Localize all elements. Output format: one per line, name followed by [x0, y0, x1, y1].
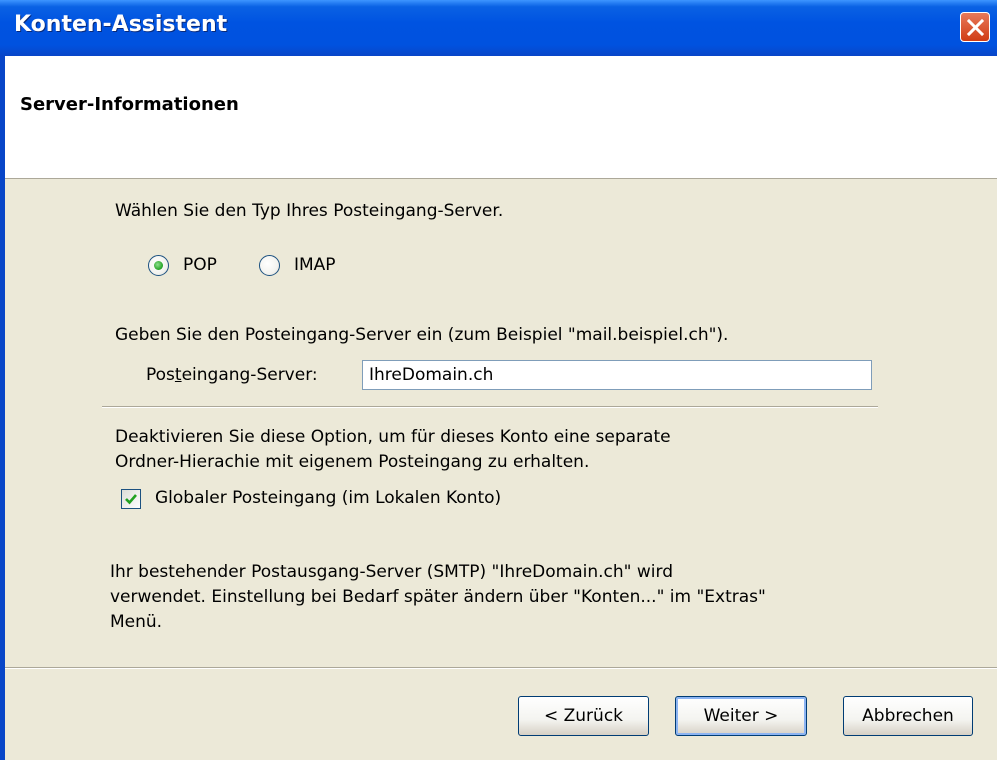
- smtp-info-line1: Ihr bestehender Postausgang-Server (SMTP…: [110, 562, 674, 582]
- global-inbox-description-line1: Deaktivieren Sie diese Option, um für di…: [115, 427, 671, 447]
- radio-pop-label[interactable]: POP: [183, 253, 217, 278]
- incoming-server-input[interactable]: [363, 361, 871, 389]
- window-title: Konten-Assistent: [14, 12, 228, 37]
- close-icon: [967, 19, 984, 36]
- radio-selected-dot: [154, 261, 163, 270]
- next-button[interactable]: Weiter >: [675, 696, 807, 736]
- accelerator-key: t: [174, 365, 182, 385]
- global-inbox-description-line2: Ordner-Hierachie mit eigenem Posteingang…: [115, 452, 590, 472]
- incoming-server-label: Posteingang-Server:: [146, 365, 318, 385]
- close-button[interactable]: [960, 12, 990, 42]
- incoming-server-prompt: Geben Sie den Posteingang-Server ein (zu…: [115, 325, 729, 345]
- radio-imap[interactable]: [259, 255, 280, 276]
- back-button[interactable]: < Zurück: [518, 696, 649, 736]
- page-header: Server-Informationen: [5, 56, 997, 179]
- button-separator: [5, 667, 997, 669]
- radio-pop[interactable]: [148, 255, 169, 276]
- title-bar[interactable]: Konten-Assistent: [0, 0, 997, 56]
- server-type-prompt: Wählen Sie den Typ Ihres Posteingang-Ser…: [115, 201, 504, 221]
- global-inbox-checkbox-label[interactable]: Globaler Posteingang (im Lokalen Konto): [155, 486, 501, 511]
- global-inbox-checkbox[interactable]: [121, 489, 141, 509]
- checkmark-icon: [125, 494, 137, 505]
- incoming-server-field[interactable]: [362, 360, 872, 390]
- smtp-info-line2: verwendet. Einstellung bei Bedarf später…: [110, 587, 766, 607]
- radio-imap-label[interactable]: IMAP: [294, 253, 336, 278]
- smtp-info-line3: Menü.: [110, 612, 163, 632]
- page-title: Server-Informationen: [20, 94, 239, 115]
- cancel-button[interactable]: Abbrechen: [843, 696, 973, 736]
- separator: [102, 406, 878, 408]
